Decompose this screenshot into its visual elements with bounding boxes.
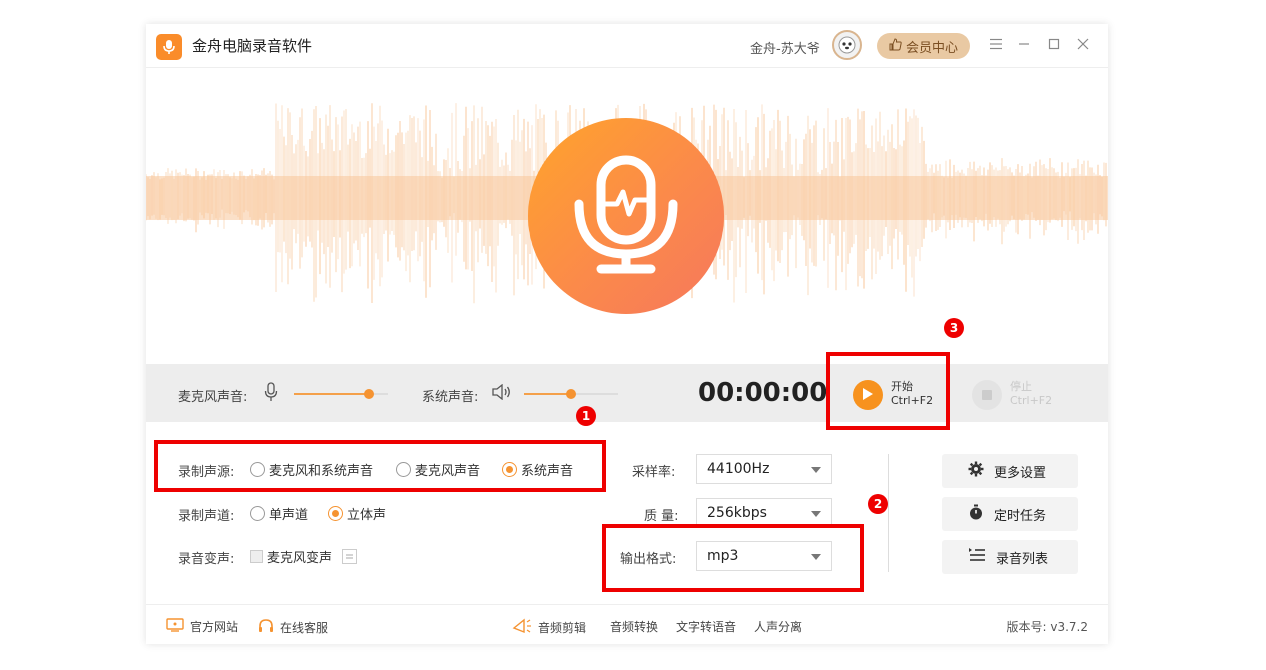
megaphone-icon bbox=[512, 618, 532, 637]
source-option-mic[interactable]: 麦克风声音 bbox=[396, 460, 480, 479]
start-button[interactable] bbox=[853, 380, 883, 410]
online-support-label: 在线客服 bbox=[280, 621, 329, 635]
radio-icon bbox=[396, 462, 411, 477]
voice-change-option-label: 麦克风变声 bbox=[267, 551, 333, 566]
radio-icon bbox=[250, 462, 265, 477]
app-window: 金舟电脑录音软件 金舟-苏大爷 会员中心 麦克风声音: 系统声音: 00:00:… bbox=[146, 24, 1108, 644]
headset-icon bbox=[258, 618, 274, 637]
official-website-label: 官方网站 bbox=[190, 620, 239, 634]
radio-icon bbox=[250, 506, 265, 521]
format-value: mp3 bbox=[707, 548, 739, 564]
stop-label: 停止 bbox=[1010, 380, 1032, 393]
chevron-down-icon bbox=[811, 511, 821, 517]
footer-bar: 官方网站 在线客服 音频剪辑 音频转换 文字转语音 人声分离 版本号: v3.7… bbox=[146, 604, 1108, 644]
microphone-icon bbox=[571, 154, 681, 278]
radio-selected-icon bbox=[502, 462, 517, 477]
microphone-small-icon bbox=[264, 382, 278, 406]
thumbs-up-icon bbox=[889, 37, 902, 55]
gear-icon bbox=[968, 461, 984, 481]
more-settings-button[interactable]: 更多设置 bbox=[942, 454, 1078, 488]
format-label: 输出格式: bbox=[620, 552, 677, 567]
version-label: 版本号: v3.7.2 bbox=[1006, 620, 1089, 634]
system-volume-slider-fill bbox=[524, 393, 571, 395]
annotation-badge-2: 2 bbox=[868, 494, 888, 514]
timer-icon bbox=[968, 504, 984, 524]
more-settings-label: 更多设置 bbox=[994, 465, 1047, 481]
text-to-speech-link[interactable]: 文字转语音 bbox=[676, 618, 736, 635]
voice-change-checkbox[interactable]: 麦克风变声 bbox=[250, 547, 358, 566]
start-shortcut: Ctrl+F2 bbox=[891, 394, 934, 407]
sample-rate-value: 44100Hz bbox=[707, 461, 770, 477]
minimize-icon[interactable] bbox=[1014, 34, 1034, 54]
avatar[interactable] bbox=[832, 30, 862, 60]
audio-edit-link[interactable]: 音频剪辑 bbox=[512, 618, 586, 637]
play-icon bbox=[862, 386, 874, 405]
audio-edit-label: 音频剪辑 bbox=[538, 621, 587, 635]
quality-label: 质 量: bbox=[644, 509, 679, 524]
record-list-button[interactable]: 录音列表 bbox=[942, 540, 1078, 574]
user-name[interactable]: 金舟-苏大爷 bbox=[750, 38, 820, 57]
stop-shortcut: Ctrl+F2 bbox=[1010, 394, 1053, 407]
system-volume-label: 系统声音: bbox=[422, 390, 479, 405]
source-option-mic-and-system[interactable]: 麦克风和系统声音 bbox=[250, 460, 373, 479]
stop-icon bbox=[981, 386, 993, 405]
source-option-label: 麦克风和系统声音 bbox=[269, 464, 374, 479]
mic-volume-slider-fill bbox=[294, 393, 369, 395]
channel-option-label: 立体声 bbox=[347, 508, 387, 523]
annotation-badge-3: 3 bbox=[944, 318, 964, 338]
channel-option-mono[interactable]: 单声道 bbox=[250, 504, 308, 523]
audio-convert-link[interactable]: 音频转换 bbox=[610, 618, 658, 635]
format-select[interactable]: mp3 bbox=[696, 541, 832, 571]
channel-option-stereo[interactable]: 立体声 bbox=[328, 504, 386, 523]
chevron-down-icon bbox=[811, 467, 821, 473]
chevron-down-icon bbox=[811, 554, 821, 560]
sample-rate-label: 采样率: bbox=[632, 465, 676, 480]
channel-option-label: 单声道 bbox=[269, 508, 309, 523]
checkbox-icon bbox=[250, 550, 263, 563]
start-label[interactable]: 开始 bbox=[891, 380, 913, 394]
app-title: 金舟电脑录音软件 bbox=[192, 37, 313, 55]
vip-center-button[interactable]: 会员中心 bbox=[877, 33, 970, 59]
record-mic-button[interactable] bbox=[528, 118, 724, 314]
official-website-link[interactable]: 官方网站 bbox=[166, 618, 238, 635]
system-volume-slider-handle[interactable] bbox=[566, 389, 576, 399]
system-volume-slider-track[interactable] bbox=[571, 393, 618, 395]
annotation-badge-1: 1 bbox=[576, 406, 596, 426]
vip-center-label: 会员中心 bbox=[905, 40, 958, 56]
maximize-icon[interactable] bbox=[1044, 34, 1064, 54]
radio-selected-icon bbox=[328, 506, 343, 521]
vocal-separate-link[interactable]: 人声分离 bbox=[754, 618, 802, 635]
online-support-link[interactable]: 在线客服 bbox=[258, 618, 328, 637]
close-icon[interactable] bbox=[1073, 34, 1093, 54]
list-icon bbox=[968, 547, 986, 567]
speaker-icon bbox=[492, 383, 512, 404]
menu-icon[interactable] bbox=[986, 34, 1006, 54]
quality-value: 256kbps bbox=[707, 505, 767, 521]
mic-volume-slider-handle[interactable] bbox=[364, 389, 374, 399]
scheduled-task-button[interactable]: 定时任务 bbox=[942, 497, 1078, 531]
recording-timer: 00:00:00 bbox=[698, 378, 828, 408]
monitor-icon bbox=[166, 618, 184, 635]
waveform-area bbox=[146, 68, 1108, 364]
mic-volume-label: 麦克风声音: bbox=[178, 390, 248, 405]
sample-rate-select[interactable]: 44100Hz bbox=[696, 454, 832, 484]
title-bar: 金舟电脑录音软件 金舟-苏大爷 会员中心 bbox=[146, 24, 1108, 68]
quality-select[interactable]: 256kbps bbox=[696, 498, 832, 528]
app-logo-icon bbox=[156, 34, 182, 60]
settings-adjust-icon[interactable] bbox=[342, 549, 358, 564]
source-option-label: 系统声音 bbox=[521, 464, 574, 479]
record-list-label: 录音列表 bbox=[996, 551, 1049, 567]
source-option-label: 麦克风声音 bbox=[415, 464, 481, 479]
source-label: 录制声源: bbox=[178, 465, 235, 480]
channel-label: 录制声道: bbox=[178, 509, 235, 524]
vertical-divider bbox=[888, 454, 889, 572]
voice-change-label: 录音变声: bbox=[178, 552, 235, 567]
source-option-system[interactable]: 系统声音 bbox=[502, 460, 573, 479]
scheduled-task-label: 定时任务 bbox=[994, 508, 1047, 524]
control-bar: 麦克风声音: 系统声音: 00:00:00 开始 Ctrl+F2 停止 Ctrl… bbox=[146, 364, 1108, 422]
stop-button[interactable] bbox=[972, 380, 1002, 410]
